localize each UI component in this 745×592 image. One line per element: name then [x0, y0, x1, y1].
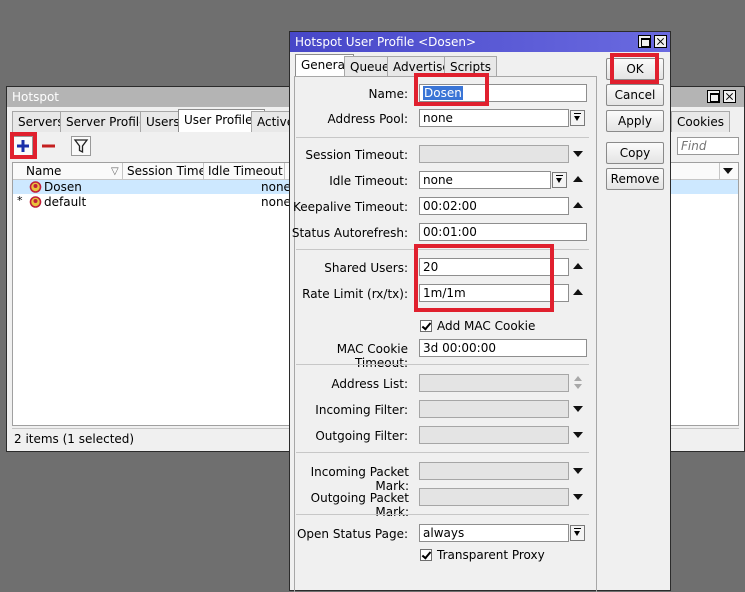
add-mac-cookie-label: Add MAC Cookie: [437, 319, 536, 333]
tab-label: User Profiles: [184, 113, 259, 127]
tab-label: Scripts: [450, 60, 492, 74]
dropdown-icon[interactable]: [570, 110, 585, 126]
address-pool-field[interactable]: none: [419, 109, 569, 127]
remove-button[interactable]: [37, 136, 61, 156]
tab-label: Servers: [18, 115, 64, 129]
incoming-packet-mark-label: Incoming Packet Mark:: [310, 465, 409, 493]
remove-icon: [42, 144, 55, 148]
column-header-idle-timeout[interactable]: Idle Timeout: [205, 163, 285, 179]
status-autorefresh-label: Status Autorefresh:: [291, 226, 408, 240]
row-name: Dosen: [44, 180, 82, 194]
session-timeout-field[interactable]: [419, 145, 569, 163]
row-idle-timeout: none: [261, 195, 291, 209]
tab-label: Queue: [350, 60, 390, 74]
separator: [296, 452, 589, 453]
name-label: Name:: [368, 87, 408, 101]
session-timeout-label: Session Timeout:: [305, 148, 408, 162]
incoming-packet-mark-field[interactable]: [419, 462, 569, 480]
mac-cookie-timeout-label: MAC Cookie Timeout:: [336, 342, 408, 370]
transparent-proxy-label: Transparent Proxy: [437, 548, 545, 562]
collapse-up-icon[interactable]: [571, 171, 585, 189]
maximize-icon[interactable]: [638, 35, 651, 48]
outgoing-packet-mark-field[interactable]: [419, 488, 569, 506]
collapse-up-icon[interactable]: [571, 258, 585, 276]
filter-button[interactable]: [71, 136, 91, 156]
dropdown-icon[interactable]: [571, 488, 585, 506]
status-text: 2 items (1 selected): [14, 432, 135, 446]
shared-users-label: Shared Users:: [324, 261, 408, 275]
hotspot-window-title: Hotspot: [12, 90, 59, 104]
status-autorefresh-field[interactable]: 00:01:00: [419, 223, 587, 241]
row-marker: *: [17, 194, 23, 207]
tab-label: General: [301, 58, 349, 72]
outgoing-filter-label: Outgoing Filter:: [315, 429, 408, 443]
dropdown-icon[interactable]: [552, 172, 567, 188]
separator: [296, 137, 589, 138]
dropdown-icon[interactable]: [571, 145, 585, 163]
highlight-add: [10, 132, 37, 159]
highlight-ok: [610, 53, 659, 84]
dropdown-icon[interactable]: [571, 426, 585, 444]
highlight-shared-rate: [414, 244, 554, 312]
remove-button[interactable]: Remove: [606, 168, 664, 190]
column-header-session-timeout[interactable]: Session Time...: [124, 163, 204, 179]
copy-button[interactable]: Copy: [606, 142, 664, 164]
address-list-label: Address List:: [331, 377, 408, 391]
row-name: default: [44, 195, 87, 209]
dialog-titlebar: Hotspot User Profile <Dosen>: [290, 32, 670, 52]
idle-timeout-label: Idle Timeout:: [329, 174, 408, 188]
column-header-name[interactable]: Name: [23, 163, 123, 179]
open-status-page-label: Open Status Page:: [296, 527, 408, 541]
highlight-name: [414, 73, 489, 106]
rate-limit-label: Rate Limit (rx/tx):: [302, 287, 408, 301]
tab-label: Advertise: [393, 60, 450, 74]
transparent-proxy-checkbox[interactable]: [420, 549, 432, 561]
address-pool-label: Address Pool:: [327, 112, 408, 126]
separator: [296, 364, 589, 365]
address-list-field[interactable]: [419, 374, 569, 392]
dropdown-icon[interactable]: [570, 525, 585, 541]
collapse-up-icon[interactable]: [571, 197, 585, 215]
collapse-up-icon[interactable]: [571, 284, 585, 302]
open-status-page-field[interactable]: always: [419, 524, 569, 542]
user-profile-icon: [29, 196, 42, 208]
incoming-filter-label: Incoming Filter:: [315, 403, 408, 417]
mac-cookie-timeout-field[interactable]: 3d 00:00:00: [419, 339, 587, 357]
apply-button[interactable]: Apply: [606, 110, 664, 132]
maximize-icon[interactable]: [707, 90, 720, 103]
spinner-icon[interactable]: [571, 374, 585, 392]
tab-label: Users: [146, 115, 180, 129]
idle-timeout-field[interactable]: none: [419, 171, 551, 189]
cancel-button[interactable]: Cancel: [606, 84, 664, 106]
filter-icon: [73, 139, 89, 154]
add-mac-cookie-checkbox[interactable]: [420, 320, 432, 332]
close-icon[interactable]: [654, 35, 667, 48]
dialog-title: Hotspot User Profile <Dosen>: [295, 35, 477, 49]
keepalive-timeout-field[interactable]: 00:02:00: [419, 197, 569, 215]
dropdown-icon: [721, 162, 735, 180]
incoming-filter-field[interactable]: [419, 400, 569, 418]
close-icon[interactable]: [723, 90, 736, 103]
tab-label: Cookies: [677, 115, 724, 129]
sort-icon: ▽: [111, 166, 119, 177]
user-profile-icon: [29, 181, 42, 193]
column-dropdown[interactable]: [719, 163, 738, 179]
dropdown-icon[interactable]: [571, 400, 585, 418]
row-idle-timeout: none: [261, 180, 291, 194]
dropdown-icon[interactable]: [571, 462, 585, 480]
tab-cookies[interactable]: Cookies: [671, 111, 730, 132]
outgoing-filter-field[interactable]: [419, 426, 569, 444]
separator: [296, 514, 589, 515]
find-input[interactable]: [677, 137, 739, 155]
keepalive-timeout-label: Keepalive Timeout:: [292, 200, 408, 214]
